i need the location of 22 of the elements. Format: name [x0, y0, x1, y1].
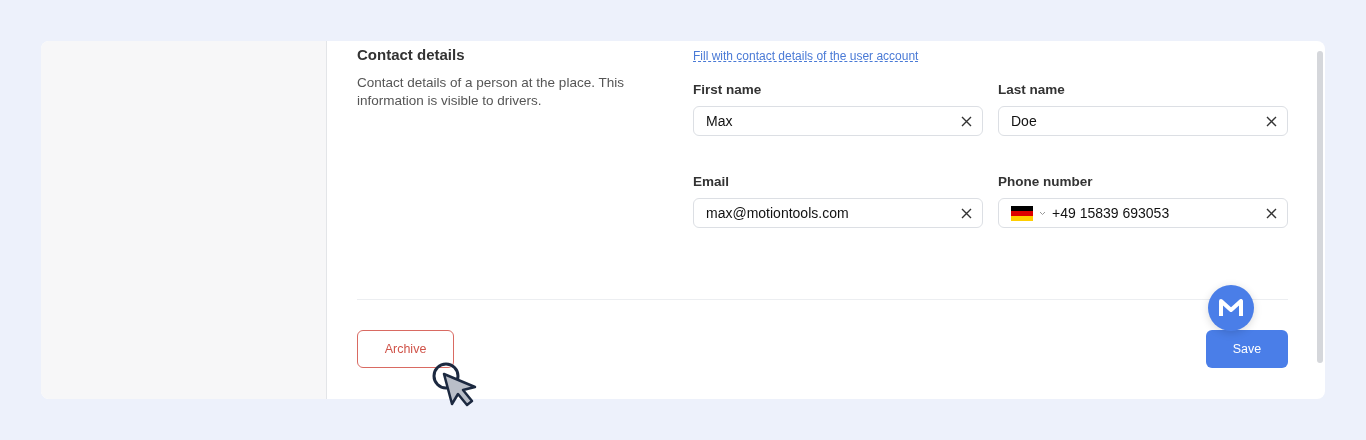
input-field[interactable]: +49 15839 693053: [998, 198, 1288, 228]
field-label: First name: [693, 82, 763, 97]
fill-link[interactable]: Fill with contact details of the user account: [693, 49, 919, 63]
chat-button[interactable]: [1208, 285, 1254, 331]
letter-m-logo-icon: [1219, 299, 1243, 317]
chevron-down-icon[interactable]: [1039, 210, 1046, 216]
close-icon[interactable]: [1266, 207, 1277, 219]
input-field[interactable]: Doe: [998, 106, 1288, 136]
field-label: Phone number: [998, 174, 1094, 189]
germany-flag-icon[interactable]: [1011, 205, 1033, 221]
close-icon[interactable]: [961, 207, 972, 219]
section-description: Contact details of a person at the place. This information is visible to drivers.: [357, 74, 625, 110]
save-button[interactable]: Save: [1206, 330, 1288, 368]
field-label: Last name: [998, 82, 1066, 97]
input-field[interactable]: Max: [693, 106, 983, 136]
section-title: Contact details: [357, 46, 466, 63]
close-icon[interactable]: [1266, 115, 1277, 127]
scrollbar[interactable]: [1317, 51, 1323, 363]
close-icon[interactable]: [961, 115, 972, 127]
field-label: Email: [693, 174, 731, 189]
archive-button[interactable]: Archive: [357, 330, 454, 368]
input-field[interactable]: max@motiontools.com: [693, 198, 983, 228]
